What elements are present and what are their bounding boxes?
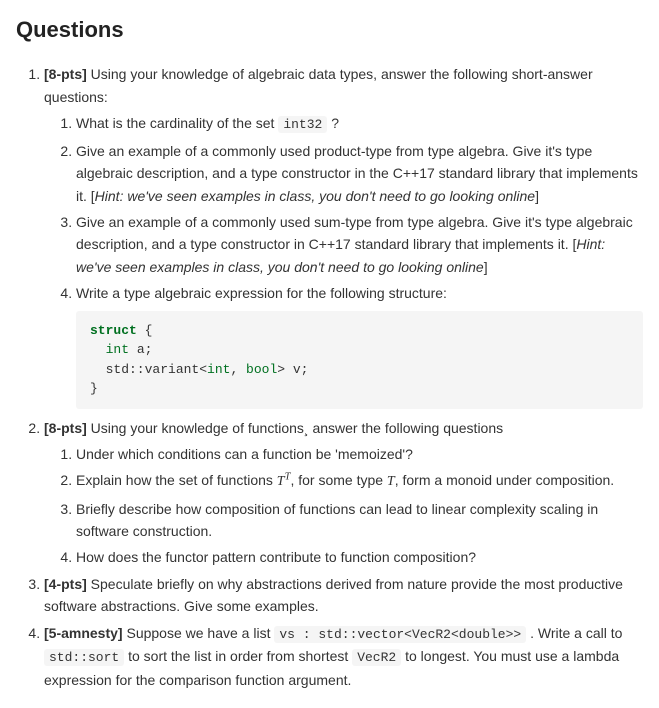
q1-sub1: What is the cardinality of the set int32… (76, 112, 643, 136)
q1-sub4: Write a type algebraic expression for th… (76, 282, 643, 408)
text: ] (484, 259, 488, 275)
text: Write a type algebraic expression for th… (76, 285, 447, 301)
q2-sub4: How does the functor pattern contribute … (76, 546, 643, 568)
q2-intro: Using your knowledge of functions¸ answe… (87, 420, 503, 436)
q1-sub2: Give an example of a commonly used produ… (76, 140, 643, 207)
q1-intro: Using your knowledge of algebraic data t… (44, 66, 593, 104)
code-text: { (137, 323, 153, 338)
code-vs: vs : std::vector<VecR2<double>> (274, 626, 526, 643)
question-3: [4-pts] Speculate briefly on why abstrac… (44, 573, 643, 618)
code-block-struct: struct { int a; std::variant<int, bool> … (76, 311, 643, 409)
type-bool: bool (246, 362, 277, 377)
code-text (90, 342, 106, 357)
points-badge: [8-pts] (44, 66, 87, 82)
text: ? (327, 115, 339, 131)
text: to sort the list in order from shortest (124, 648, 352, 664)
q2-sub2: Explain how the set of functions TT, for… (76, 469, 643, 493)
code-text: , (230, 362, 246, 377)
code-text: a; (129, 342, 152, 357)
q1-subs: What is the cardinality of the set int32… (44, 112, 643, 409)
q2-sub1: Under which conditions can a function be… (76, 443, 643, 465)
points-badge: [5-amnesty] (44, 625, 123, 641)
question-list: [8-pts] Using your knowledge of algebrai… (16, 63, 643, 691)
math-T: T (387, 474, 395, 489)
code-sort: std::sort (44, 649, 124, 666)
kw-struct: struct (90, 323, 137, 338)
text: , form a monoid under composition. (395, 472, 614, 488)
text: Suppose we have a list (123, 625, 275, 641)
q2-subs: Under which conditions can a function be… (44, 443, 643, 569)
text: Explain how the set of functions (76, 472, 277, 488)
hint: Hint: we've seen examples in class, you … (95, 188, 535, 204)
text: ] (535, 188, 539, 204)
text: . Write a call to (526, 625, 622, 641)
type-int: int (207, 362, 230, 377)
text: , for some type (290, 472, 386, 488)
text: What is the cardinality of the set (76, 115, 278, 131)
type-int: int (106, 342, 129, 357)
q3-text: Speculate briefly on why abstractions de… (44, 576, 623, 614)
points-badge: [8-pts] (44, 420, 87, 436)
points-badge: [4-pts] (44, 576, 87, 592)
code-text: std::variant< (90, 362, 207, 377)
code-vecr2: VecR2 (352, 649, 401, 666)
question-2: [8-pts] Using your knowledge of function… (44, 417, 643, 569)
code-text: > v; (277, 362, 308, 377)
question-1: [8-pts] Using your knowledge of algebrai… (44, 63, 643, 408)
q2-sub3: Briefly describe how composition of func… (76, 498, 643, 543)
code-text: } (90, 381, 98, 396)
text: Give an example of a commonly used sum-t… (76, 214, 633, 252)
code-int32: int32 (278, 116, 327, 133)
q1-sub3: Give an example of a commonly used sum-t… (76, 211, 643, 278)
page-title: Questions (16, 12, 643, 47)
question-4: [5-amnesty] Suppose we have a list vs : … (44, 622, 643, 692)
math-T: T (277, 474, 285, 489)
